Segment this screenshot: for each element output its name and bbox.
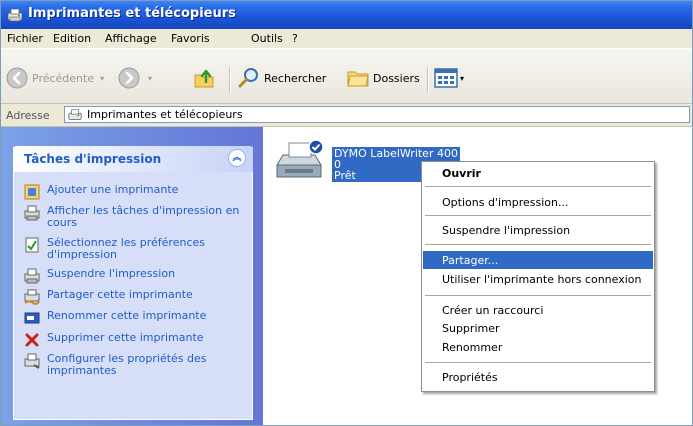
task-label: Afficher les tâches d'impression en cour…: [47, 204, 240, 229]
menu-item-use-offline[interactable]: Utiliser l'imprimante hors connexion: [423, 270, 653, 288]
back-dropdown-icon[interactable]: ▾: [100, 74, 104, 83]
pause-printer-icon: [24, 268, 40, 284]
menu-item-pause-printing[interactable]: Suspendre l'impression: [423, 221, 653, 239]
add-printer-icon: [24, 184, 40, 200]
task-label: Ajouter une imprimante: [47, 183, 179, 196]
menu-favoris[interactable]: Favoris: [171, 32, 210, 45]
menu-separator: [425, 295, 651, 296]
address-label: Adresse: [6, 109, 50, 122]
menu-item-properties[interactable]: Propriétés: [423, 368, 653, 386]
collapse-chevron-icon[interactable]: ︽: [228, 149, 246, 167]
back-label: Précédente: [32, 71, 95, 85]
menu-item-label: Utiliser l'imprimante hors connexion: [442, 273, 642, 286]
rename-icon: [24, 312, 40, 324]
folders-button[interactable]: Dossiers: [346, 67, 420, 89]
menu-item-create-shortcut[interactable]: Créer un raccourci: [423, 301, 653, 319]
share-printer-icon: [24, 289, 40, 305]
folders-icon: [347, 71, 369, 87]
printer-name: DYMO LabelWriter 400: [334, 147, 458, 160]
forward-arrow-icon: [118, 67, 140, 89]
views-dropdown-icon[interactable]: ▾: [460, 74, 464, 83]
up-folder-icon: [194, 69, 214, 88]
menu-help[interactable]: ?: [292, 32, 298, 45]
printers-folder-icon: [7, 8, 23, 22]
task-label: Supprimer cette imprimante: [47, 331, 204, 344]
menu-separator: [425, 362, 651, 363]
menu-item-open[interactable]: Ouvrir: [423, 164, 653, 182]
toolbar: Précédente ▾ ▾ Rechercher Dossiers ▾: [1, 49, 692, 104]
menu-outils[interactable]: Outils: [251, 32, 283, 45]
views-button[interactable]: ▾: [434, 67, 464, 89]
print-tasks-header[interactable]: Tâches d'impression ︽: [13, 146, 253, 172]
print-tasks-title: Tâches d'impression: [24, 152, 162, 166]
menu-item-share[interactable]: Partager...: [423, 251, 653, 269]
forward-button[interactable]: ▾: [118, 67, 152, 89]
toolbar-separator: [229, 67, 231, 93]
printers-folder-icon: [68, 109, 82, 120]
up-folder-button[interactable]: [192, 66, 216, 90]
menu-item-label: Renommer: [442, 341, 503, 354]
context-menu: Ouvrir Options d'impression... Suspendre…: [421, 161, 655, 392]
task-label: Partager cette imprimante: [47, 288, 193, 301]
task-pane: Tâches d'impression ︽ Ajouter une imprim…: [1, 127, 263, 425]
menu-item-delete[interactable]: Supprimer: [423, 319, 653, 337]
print-queue-icon: [24, 205, 40, 221]
menu-item-rename[interactable]: Renommer: [423, 338, 653, 356]
print-tasks-panel: Tâches d'impression ︽ Ajouter une imprim…: [13, 146, 253, 420]
search-button[interactable]: Rechercher: [237, 67, 326, 89]
back-button[interactable]: Précédente ▾: [6, 67, 104, 89]
menu-separator: [425, 244, 651, 245]
search-icon: [238, 68, 258, 88]
menu-item-label: Options d'impression...: [442, 196, 569, 209]
delete-icon: [25, 333, 39, 347]
menu-separator: [425, 215, 651, 216]
menu-separator: [425, 186, 651, 187]
menu-affichage[interactable]: Affichage: [105, 32, 157, 45]
menu-item-label: Partager...: [442, 254, 499, 267]
window-title: Imprimantes et télécopieurs: [28, 6, 236, 21]
menu-item-label: Suspendre l'impression: [442, 224, 571, 237]
folders-label: Dossiers: [373, 71, 420, 85]
back-arrow-icon: [6, 67, 28, 89]
task-label: Suspendre l'impression: [47, 267, 176, 280]
address-value: Imprimantes et télécopieurs: [87, 108, 243, 121]
menu-item-label: Supprimer: [442, 322, 500, 335]
menu-item-print-options[interactable]: Options d'impression...: [423, 193, 653, 211]
properties-icon: [24, 353, 40, 369]
menu-fichier[interactable]: Fichier: [7, 32, 43, 45]
task-label: Sélectionnez les préférences d'impressio…: [47, 236, 205, 261]
menu-item-label: Créer un raccourci: [442, 304, 544, 317]
address-bar: Adresse Imprimantes et télécopieurs: [1, 104, 692, 127]
preferences-icon: [25, 237, 39, 253]
explorer-window: Imprimantes et télécopieurs Fichier Edit…: [0, 0, 693, 426]
printer-icon[interactable]: [275, 139, 325, 183]
forward-dropdown-icon[interactable]: ▾: [148, 74, 152, 83]
address-field[interactable]: Imprimantes et télécopieurs: [64, 106, 690, 123]
menu-item-label: Ouvrir: [442, 167, 481, 180]
task-label: Renommer cette imprimante: [47, 309, 207, 322]
menu-bar: Fichier Edition Affichage Favoris Outils…: [1, 29, 692, 49]
menu-item-label: Propriétés: [442, 371, 498, 384]
toolbar-separator: [427, 67, 429, 93]
views-icon: [434, 68, 458, 88]
menu-edition[interactable]: Edition: [53, 32, 91, 45]
search-label: Rechercher: [264, 71, 327, 85]
title-bar[interactable]: Imprimantes et télécopieurs: [1, 1, 692, 29]
task-label: Configurer les propriétés des imprimante…: [47, 352, 207, 377]
